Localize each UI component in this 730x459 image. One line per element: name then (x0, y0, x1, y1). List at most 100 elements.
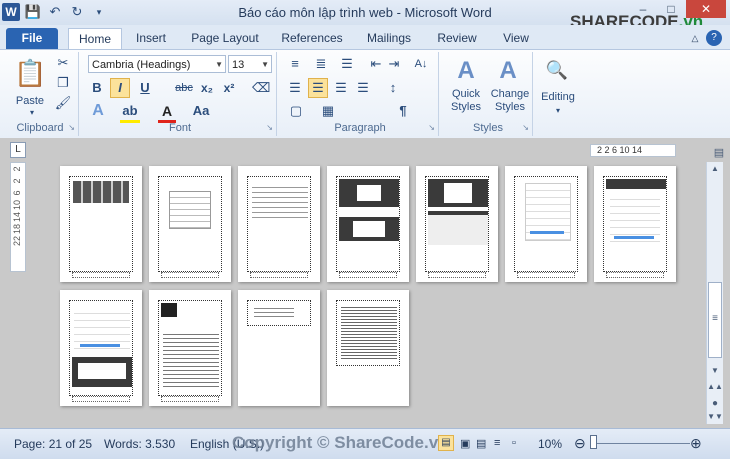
tab-review[interactable]: Review (430, 28, 484, 49)
clear-formatting-icon[interactable]: ⌫ (252, 79, 270, 97)
ribbon-tabs: File Home Insert Page Layout References … (0, 25, 730, 50)
paragraph-launcher-icon[interactable]: ↘ (428, 123, 435, 132)
subscript-button[interactable]: x₂ (198, 79, 216, 97)
minimize-button[interactable]: – (630, 0, 656, 18)
highlight-color-icon[interactable]: ab (120, 102, 140, 123)
chevron-down-icon: ▼ (261, 60, 269, 69)
tab-home[interactable]: Home (68, 28, 122, 50)
copy-icon[interactable]: ❐ (54, 74, 72, 92)
font-color-icon[interactable]: A (158, 102, 176, 123)
bullets-icon[interactable]: ≡ (286, 55, 304, 73)
next-page-icon[interactable]: ▼▼ (707, 412, 723, 421)
text-effects-icon[interactable]: A (88, 102, 108, 120)
strikethrough-button[interactable]: abc (172, 79, 196, 97)
line-spacing-icon[interactable]: ↕ (382, 79, 404, 97)
font-launcher-icon[interactable]: ↘ (266, 123, 273, 132)
browse-object-icon[interactable]: ● (707, 398, 723, 409)
document-page[interactable] (149, 290, 231, 406)
zoom-out-icon[interactable]: ⊖ (574, 435, 586, 452)
styles-group: A Quick Styles A Change Styles Styles ↘ (444, 52, 533, 136)
styles-launcher-icon[interactable]: ↘ (522, 123, 529, 132)
borders-icon[interactable]: ▦ (318, 102, 338, 120)
document-page[interactable] (238, 166, 320, 282)
numbering-icon[interactable]: ≣ (312, 55, 330, 73)
scroll-down-icon[interactable]: ▼ (707, 366, 723, 375)
document-page[interactable] (594, 166, 676, 282)
full-screen-view-icon[interactable]: ▣ (460, 437, 470, 450)
tab-view[interactable]: View (496, 28, 536, 49)
change-case-button[interactable]: Aa (190, 102, 212, 120)
view-ruler-icon[interactable]: ▤ (712, 146, 726, 160)
draft-view-icon[interactable]: ▫ (512, 437, 516, 449)
vertical-scrollbar[interactable]: ▲ ≡ ▼ ▲▲ ● ▼▼ (706, 162, 723, 424)
scroll-up-icon[interactable]: ▲ (707, 164, 723, 173)
bold-button[interactable]: B (88, 79, 106, 97)
justify-icon[interactable]: ☰ (354, 79, 372, 97)
close-button[interactable]: ✕ (686, 0, 726, 18)
zoom-slider[interactable] (590, 443, 690, 444)
multilevel-list-icon[interactable]: ☰ (338, 55, 356, 73)
change-styles-button[interactable]: Change Styles (488, 88, 532, 114)
sort-icon[interactable]: A↓ (412, 55, 430, 73)
cut-icon[interactable]: ✂ (54, 54, 72, 72)
binoculars-icon[interactable]: 🔍 (542, 56, 572, 84)
maximize-button[interactable]: □ (658, 0, 684, 18)
tab-references[interactable]: References (276, 28, 348, 49)
tab-insert[interactable]: Insert (128, 28, 174, 49)
document-page[interactable] (238, 290, 320, 406)
page-content (336, 176, 400, 272)
paste-icon[interactable]: 📋 (14, 56, 46, 90)
align-right-icon[interactable]: ☰ (332, 79, 350, 97)
shading-icon[interactable]: ▢ (286, 102, 306, 120)
title-bar: W 💾 ↶ ↻ ▾ Báo cáo môn lập trình web - Mi… (0, 0, 730, 31)
document-page[interactable] (60, 166, 142, 282)
scrollbar-thumb[interactable]: ≡ (708, 282, 722, 358)
paragraph-group: ≡ ≣ ☰ ⇤ ⇥ A↓ ☰ ☰ ☰ ☰ ↕ ▢ ▦ ¶ Paragraph ↘ (282, 52, 439, 136)
help-icon[interactable]: ? (706, 30, 722, 46)
font-size-select[interactable]: 13 ▼ (228, 55, 272, 73)
web-layout-view-icon[interactable]: ▤ (476, 437, 486, 450)
clipboard-launcher-icon[interactable]: ↘ (68, 123, 75, 132)
page-count[interactable]: Page: 21 of 25 (14, 437, 92, 451)
increase-indent-icon[interactable]: ⇥ (386, 55, 402, 73)
tab-mailings[interactable]: Mailings (360, 28, 418, 49)
vertical-ruler[interactable]: 2 2 6 10 14 18 22 (10, 162, 26, 272)
superscript-button[interactable]: x² (220, 79, 238, 97)
horizontal-ruler[interactable]: 2 2 6 10 14 (590, 144, 676, 157)
change-styles-icon[interactable]: A (490, 56, 526, 86)
tab-selector[interactable]: L (10, 142, 26, 158)
print-layout-view-icon[interactable]: ▤ (438, 435, 454, 451)
previous-page-icon[interactable]: ▲▲ (707, 382, 723, 391)
font-name-select[interactable]: Cambria (Headings) ▼ (88, 55, 226, 73)
document-page[interactable] (327, 166, 409, 282)
document-page[interactable] (149, 166, 231, 282)
page-footer (428, 272, 486, 278)
document-page[interactable] (327, 290, 409, 406)
align-center-icon[interactable]: ☰ (308, 78, 328, 98)
tab-file[interactable]: File (6, 28, 58, 49)
document-page[interactable] (416, 166, 498, 282)
minimize-ribbon-icon[interactable]: △ (688, 28, 702, 49)
decrease-indent-icon[interactable]: ⇤ (368, 55, 384, 73)
outline-view-icon[interactable]: ≡ (494, 437, 500, 449)
paste-dropdown-icon[interactable]: ▾ (22, 104, 42, 122)
zoom-in-icon[interactable]: ⊕ (690, 435, 702, 452)
italic-button[interactable]: I (110, 78, 130, 98)
format-painter-icon[interactable]: 🖌 (54, 94, 72, 112)
chevron-down-icon: ▼ (215, 60, 223, 69)
document-page[interactable] (505, 166, 587, 282)
quick-styles-button[interactable]: Quick Styles (444, 88, 488, 114)
document-page[interactable] (60, 290, 142, 406)
word-count[interactable]: Words: 3.530 (104, 437, 175, 451)
chevron-down-icon[interactable]: ▾ (550, 102, 566, 120)
underline-button[interactable]: U (136, 79, 154, 97)
show-marks-button[interactable]: ¶ (394, 102, 412, 120)
page-footer (339, 272, 397, 278)
zoom-slider-thumb[interactable] (590, 435, 597, 449)
page-content (158, 176, 222, 272)
page-text-block (254, 305, 294, 317)
zoom-level[interactable]: 10% (538, 437, 562, 451)
quick-styles-icon[interactable]: A (448, 56, 484, 86)
tab-page-layout[interactable]: Page Layout (186, 28, 264, 49)
align-left-icon[interactable]: ☰ (286, 79, 304, 97)
